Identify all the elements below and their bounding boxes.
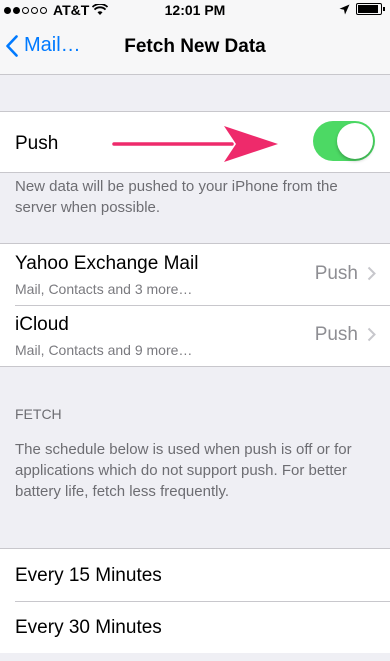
push-label: Push bbox=[15, 133, 59, 154]
account-row-icloud[interactable]: iCloud Mail, Contacts and 9 more… Push bbox=[0, 305, 390, 366]
fetch-header: FETCH bbox=[15, 406, 62, 422]
account-fetch-mode: Push bbox=[314, 324, 358, 345]
fetch-option-label: Every 30 Minutes bbox=[15, 617, 162, 638]
fetch-option-30-minutes[interactable]: Every 30 Minutes bbox=[0, 601, 390, 653]
fetch-options-section: Every 15 Minutes Every 30 Minutes bbox=[0, 548, 390, 653]
push-toggle[interactable] bbox=[313, 121, 375, 161]
account-detail: Mail, Contacts and 9 more… bbox=[15, 342, 193, 358]
account-name: iCloud bbox=[15, 314, 69, 335]
status-bar: AT&T 12:01 PM bbox=[0, 0, 390, 20]
annotation-arrow-icon bbox=[112, 126, 278, 162]
account-detail: Mail, Contacts and 3 more… bbox=[15, 281, 193, 297]
fetch-option-15-minutes[interactable]: Every 15 Minutes bbox=[0, 549, 390, 601]
page-title: Fetch New Data bbox=[124, 36, 266, 57]
account-row-yahoo[interactable]: Yahoo Exchange Mail Mail, Contacts and 3… bbox=[0, 244, 390, 305]
account-name: Yahoo Exchange Mail bbox=[15, 253, 199, 274]
navigation-bar: Mail… Fetch New Data bbox=[0, 20, 390, 75]
account-fetch-mode: Push bbox=[314, 263, 358, 284]
toggle-knob bbox=[337, 123, 373, 159]
fetch-description: The schedule below is used when push is … bbox=[15, 441, 352, 500]
chevron-right-icon bbox=[367, 266, 376, 281]
location-icon bbox=[339, 4, 350, 14]
clock: 12:01 PM bbox=[164, 2, 226, 18]
push-description: New data will be pushed to your iPhone f… bbox=[15, 178, 338, 216]
battery-icon bbox=[356, 3, 385, 15]
chevron-right-icon bbox=[367, 327, 376, 342]
accounts-section: Yahoo Exchange Mail Mail, Contacts and 3… bbox=[0, 243, 390, 367]
fetch-option-label: Every 15 Minutes bbox=[15, 565, 162, 586]
